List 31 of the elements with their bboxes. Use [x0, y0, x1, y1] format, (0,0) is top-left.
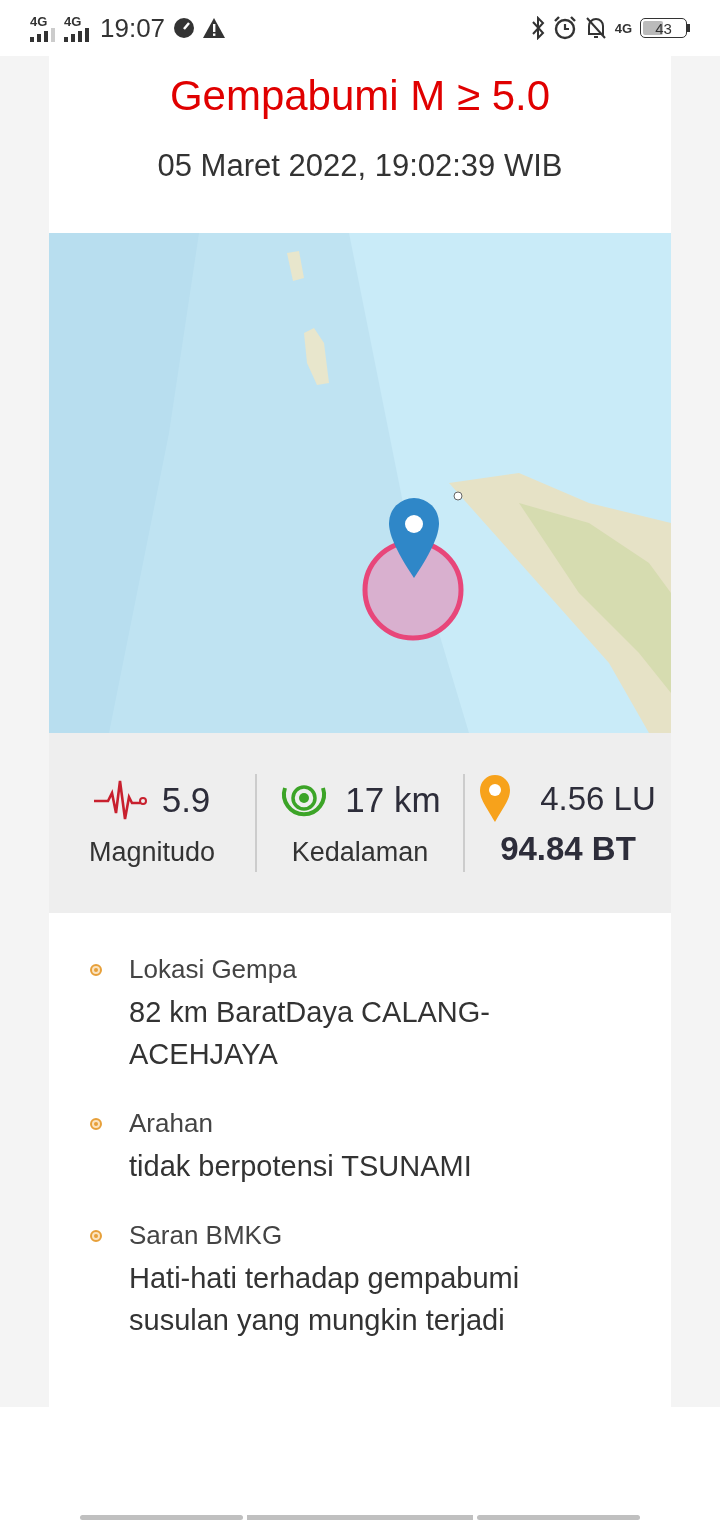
longitude-value: 94.84 BT — [500, 828, 636, 869]
detail-value: 82 km BaratDaya CALANG-ACEHJAYA — [129, 995, 491, 1072]
network-type: 4G — [614, 21, 632, 35]
depth-value: 17 km — [345, 779, 441, 821]
alarm-icon — [552, 16, 577, 40]
battery-icon: 43 — [640, 18, 687, 38]
detail-label: Arahan — [129, 1107, 214, 1140]
location-pin-icon — [480, 774, 511, 823]
muted-bell-icon — [584, 16, 607, 40]
depth-label: Kedalaman — [291, 835, 429, 869]
magnitude-label: Magnitudo — [88, 835, 216, 869]
detail-label: Lokasi Gempa — [129, 953, 298, 986]
bullet-icon — [89, 963, 103, 977]
network-type: 4G — [30, 14, 48, 28]
bullet-icon — [89, 1117, 103, 1131]
bluetooth-icon — [530, 16, 545, 40]
latitude-value: 4.56 LU — [540, 779, 656, 819]
detail-value: tidak berpotensi TSUNAMI — [129, 1149, 473, 1184]
network-type: 4G — [64, 14, 82, 28]
magnitude-value: 5.9 — [161, 779, 211, 821]
warning-icon — [203, 18, 226, 38]
detail-value: Hati-hati terhadap gempabumi susulan yang mungkin terjadi — [129, 1261, 521, 1338]
alert-title: Gempabumi M ≥ 5.0 — [169, 71, 551, 121]
signal-icon — [30, 27, 56, 42]
signal-icon — [64, 27, 90, 42]
clock-time: 19:07 — [100, 11, 166, 45]
seismograph-icon — [93, 779, 148, 822]
detail-label: Saran BMKG — [129, 1219, 284, 1252]
event-datetime: 05 Maret 2022, 19:02:39 WIB — [157, 146, 563, 185]
bullet-icon — [89, 1229, 103, 1243]
speedometer-icon — [173, 17, 196, 39]
